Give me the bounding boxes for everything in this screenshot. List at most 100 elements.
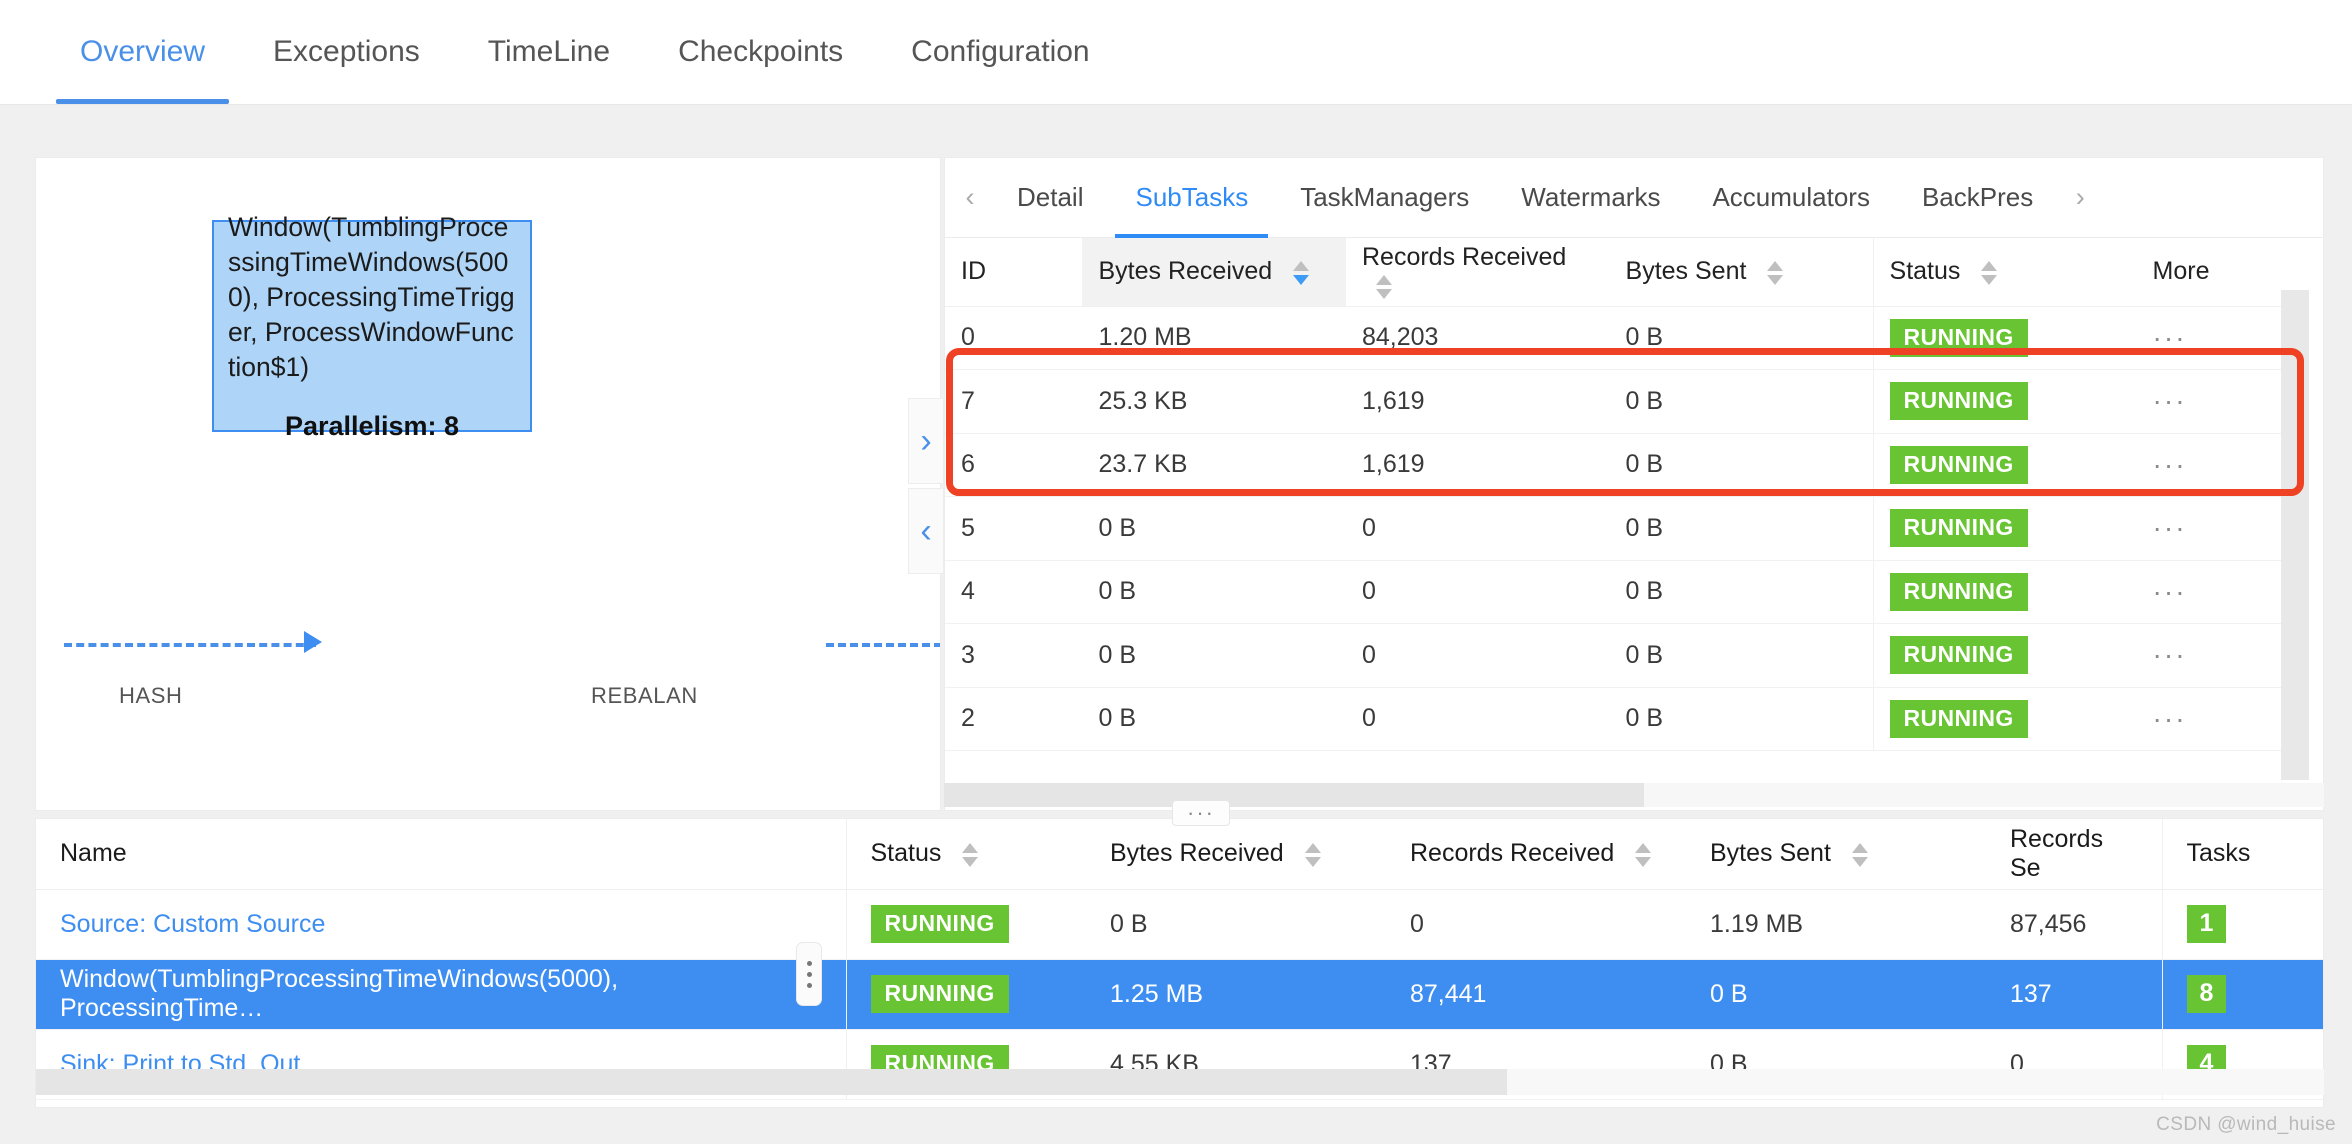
subtasks-table-header-row: ID Bytes Received Records Received Bytes… xyxy=(945,238,2297,307)
subtasks-col-bytes-received[interactable]: Bytes Received xyxy=(1082,238,1346,307)
tasks-badge: 1 xyxy=(2186,905,2227,943)
vertex-records-received: 0 xyxy=(1386,889,1686,960)
subtask-more-cell[interactable]: ··· xyxy=(2136,306,2297,370)
subtask-more-cell[interactable]: ··· xyxy=(2136,687,2297,751)
subtasks-col-status[interactable]: Status xyxy=(1872,238,2137,307)
subtasks-col-status-label: Status xyxy=(1889,257,1961,286)
vertices-col-bytes-received[interactable]: Bytes Received xyxy=(1086,819,1386,890)
sort-toggle-icon[interactable] xyxy=(962,842,979,867)
subtasks-horizontal-scrollbar[interactable] xyxy=(944,783,2324,807)
vertex-status-cell: RUNNING xyxy=(845,959,1086,1030)
subtasks-panel: ‹ Detail SubTasks TaskManagers Watermark… xyxy=(944,157,2324,811)
subtasks-col-bytes-sent[interactable]: Bytes Sent xyxy=(1609,238,1874,307)
job-graph-node-window[interactable]: Window(TumblingProcessingTimeWindows(500… xyxy=(212,212,532,441)
more-options-icon[interactable]: ··· xyxy=(2153,449,2187,480)
subtab-taskmanagers[interactable]: TaskManagers xyxy=(1274,158,1495,238)
subtask-bytes-sent: 0 B xyxy=(1609,623,1874,688)
incoming-edge-arrowhead-icon xyxy=(304,631,322,653)
tab-exceptions[interactable]: Exceptions xyxy=(239,0,454,104)
chevron-right-icon: › xyxy=(920,422,932,460)
vertices-col-records-received[interactable]: Records Received xyxy=(1386,819,1686,890)
subtab-detail[interactable]: Detail xyxy=(991,158,1109,238)
tasks-badge: 8 xyxy=(2186,975,2227,1013)
vertex-records-received: 87,441 xyxy=(1386,959,1686,1030)
vertices-col-tasks: Tasks xyxy=(2161,819,2323,890)
more-options-icon[interactable]: ··· xyxy=(2153,512,2187,543)
subtask-more-cell[interactable]: ··· xyxy=(2136,560,2297,624)
tab-checkpoints-label: Checkpoints xyxy=(678,34,844,68)
subtask-more-cell[interactable]: ··· xyxy=(2136,369,2297,434)
vertices-col-bytes-sent-label: Bytes Sent xyxy=(1710,839,1831,868)
status-badge: RUNNING xyxy=(870,905,1009,943)
vertex-name-cell[interactable]: Source: Custom Source xyxy=(36,889,846,960)
table-row[interactable]: 2 0 B 0 0 B RUNNING ··· xyxy=(945,687,2297,751)
table-row[interactable]: Source: Custom Source RUNNING 0 B 0 1.19… xyxy=(36,889,2323,960)
subtab-accumulators[interactable]: Accumulators xyxy=(1686,158,1896,238)
sort-toggle-icon[interactable] xyxy=(1293,260,1310,285)
subtasks-table: ID Bytes Received Records Received Bytes… xyxy=(945,238,2297,751)
subtab-subtasks-label: SubTasks xyxy=(1135,182,1249,212)
panel-resize-handle[interactable]: ··· xyxy=(1172,800,1230,826)
more-options-icon[interactable]: ··· xyxy=(2153,639,2187,670)
tab-configuration[interactable]: Configuration xyxy=(877,0,1123,104)
status-badge: RUNNING xyxy=(1889,636,2028,675)
subtab-scroll-left-button[interactable]: ‹ xyxy=(949,158,991,238)
main-tab-bar: Overview Exceptions TimeLine Checkpoints… xyxy=(0,0,2352,105)
subtask-bytes-sent: 0 B xyxy=(1609,496,1874,561)
vertex-bytes-sent: 0 B xyxy=(1686,959,1986,1030)
sort-toggle-icon[interactable] xyxy=(1981,260,1998,285)
table-row[interactable]: 5 0 B 0 0 B RUNNING ··· xyxy=(945,496,2297,561)
vertices-col-records-sent[interactable]: Records Se xyxy=(1986,819,2162,890)
subtab-backpressure[interactable]: BackPres xyxy=(1896,158,2059,238)
sort-toggle-icon[interactable] xyxy=(1304,842,1321,867)
sort-toggle-icon[interactable] xyxy=(1635,842,1652,867)
tab-checkpoints[interactable]: Checkpoints xyxy=(644,0,877,104)
table-row[interactable]: Window(TumblingProcessingTimeWindows(500… xyxy=(36,959,2323,1030)
tab-timeline[interactable]: TimeLine xyxy=(454,0,644,104)
vertex-name-link[interactable]: Window(TumblingProcessingTimeWindows(500… xyxy=(60,965,618,1022)
chevron-left-icon: ‹ xyxy=(965,182,975,212)
table-row[interactable]: 3 0 B 0 0 B RUNNING ··· xyxy=(945,623,2297,688)
table-row[interactable]: 6 23.7 KB 1,619 0 B RUNNING ··· xyxy=(945,433,2297,497)
vertex-name-link[interactable]: Source: Custom Source xyxy=(60,910,325,938)
vertices-horizontal-scrollbar-thumb[interactable] xyxy=(36,1069,1507,1095)
subtask-bytes-sent: 0 B xyxy=(1609,433,1874,497)
status-badge: RUNNING xyxy=(1889,509,2028,548)
vertex-name-cell[interactable]: Window(TumblingProcessingTimeWindows(500… xyxy=(36,959,846,1030)
subtasks-vertical-scrollbar[interactable] xyxy=(2281,290,2309,780)
column-resize-handle[interactable] xyxy=(796,942,822,1006)
sort-toggle-icon[interactable] xyxy=(1851,842,1868,867)
sort-toggle-icon[interactable] xyxy=(1767,260,1784,285)
graph-next-button[interactable]: › xyxy=(908,398,944,484)
vertices-col-status[interactable]: Status xyxy=(845,819,1086,890)
vertices-col-bytes-sent[interactable]: Bytes Sent xyxy=(1686,819,1986,890)
subtask-status-cell: RUNNING xyxy=(1872,560,2137,624)
subtasks-col-records-received[interactable]: Records Received xyxy=(1346,238,1610,307)
more-options-icon[interactable]: ··· xyxy=(2153,322,2187,353)
table-row[interactable]: 0 1.20 MB 84,203 0 B RUNNING ··· xyxy=(945,306,2297,370)
more-options-icon[interactable]: ··· xyxy=(2153,385,2187,416)
subtab-accumulators-label: Accumulators xyxy=(1712,182,1870,212)
vertices-horizontal-scrollbar[interactable] xyxy=(36,1069,2324,1095)
chevron-right-icon: › xyxy=(2075,182,2085,212)
more-options-icon[interactable]: ··· xyxy=(2153,703,2187,734)
subtasks-horizontal-scrollbar-thumb[interactable] xyxy=(944,783,1644,807)
subtask-more-cell[interactable]: ··· xyxy=(2136,496,2297,561)
vertex-bytes-received: 1.25 MB xyxy=(1086,959,1386,1030)
job-graph-panel: HASH Window(TumblingProcessingTimeWindow… xyxy=(35,157,941,811)
table-row[interactable]: 4 0 B 0 0 B RUNNING ··· xyxy=(945,560,2297,624)
vertex-bytes-sent: 1.19 MB xyxy=(1686,889,1986,960)
subtask-more-cell[interactable]: ··· xyxy=(2136,433,2297,497)
graph-prev-button[interactable]: ‹ xyxy=(908,488,944,574)
sort-toggle-icon[interactable] xyxy=(1376,275,1392,300)
table-row[interactable]: 7 25.3 KB 1,619 0 B RUNNING ··· xyxy=(945,369,2297,434)
subtask-records-received: 0 xyxy=(1346,496,1610,561)
more-options-icon[interactable]: ··· xyxy=(2153,576,2187,607)
subtab-subtasks[interactable]: SubTasks xyxy=(1109,158,1274,239)
subtask-more-cell[interactable]: ··· xyxy=(2136,623,2297,688)
vertices-table-body: Source: Custom Source RUNNING 0 B 0 1.19… xyxy=(36,889,2323,1100)
tab-configuration-label: Configuration xyxy=(911,34,1090,68)
subtab-watermarks[interactable]: Watermarks xyxy=(1495,158,1686,238)
tab-overview[interactable]: Overview xyxy=(46,0,239,104)
subtab-scroll-right-button[interactable]: › xyxy=(2059,158,2101,238)
